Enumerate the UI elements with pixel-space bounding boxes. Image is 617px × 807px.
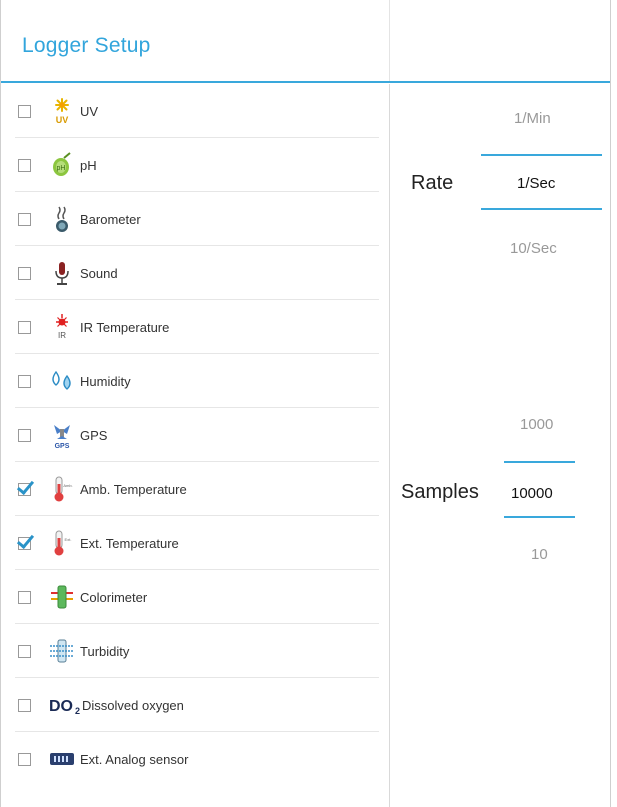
sensor-item-ph[interactable]: pH pH xyxy=(1,138,389,192)
logger-setup-dialog: Logger Setup UV UV pH pH Barometer Sound… xyxy=(0,0,611,807)
sensor-label: Turbidity xyxy=(80,643,130,659)
sensor-label: Sound xyxy=(80,265,118,281)
sensor-label: Barometer xyxy=(80,211,141,227)
sensor-item-humidity[interactable]: Humidity xyxy=(1,354,389,408)
sensor-item-dissolved-oxygen[interactable]: DO 2 Dissolved oxygen xyxy=(1,678,389,732)
rate-option-prev[interactable]: 1/Min xyxy=(514,110,551,127)
gps-satellite-icon: GPS xyxy=(48,419,76,451)
sensor-list: UV UV pH pH Barometer Sound IR IR Temper… xyxy=(1,84,389,807)
svg-text:Ext.: Ext. xyxy=(65,537,72,542)
sensor-label: Colorimeter xyxy=(80,589,148,605)
sensor-checkbox[interactable] xyxy=(18,428,31,442)
sensor-label: GPS xyxy=(80,427,108,443)
sensor-item-colorimeter[interactable]: Colorimeter xyxy=(1,570,389,624)
dissolved-oxygen-icon: DO 2 xyxy=(48,689,80,721)
header-rule xyxy=(1,81,610,83)
ir-temperature-icon: IR xyxy=(48,311,76,343)
sensor-checkbox[interactable] xyxy=(18,158,31,172)
rate-option-next[interactable]: 10/Sec xyxy=(510,240,557,257)
sensor-label: Ext. Analog sensor xyxy=(80,751,189,767)
samples-option-next[interactable]: 10 xyxy=(531,546,548,563)
page-title: Logger Setup xyxy=(22,34,151,57)
turbidity-icon xyxy=(48,635,76,667)
sensor-checkbox[interactable] xyxy=(18,590,31,604)
sensor-checkbox[interactable] xyxy=(18,104,31,118)
rate-picker-line-bottom xyxy=(481,208,602,210)
samples-option-selected[interactable]: 10000 xyxy=(511,485,553,502)
svg-text:Amb.: Amb. xyxy=(63,483,72,488)
sensor-item-sound[interactable]: Sound xyxy=(1,246,389,300)
svg-text:DO: DO xyxy=(49,698,73,715)
svg-text:IR: IR xyxy=(58,331,66,340)
sensor-label: Humidity xyxy=(80,373,131,389)
sensor-item-uv[interactable]: UV UV xyxy=(1,84,389,138)
microphone-icon xyxy=(48,257,76,289)
sensor-label: IR Temperature xyxy=(80,319,170,335)
sensor-checkbox-checked[interactable] xyxy=(18,482,31,496)
sensor-item-amb-temperature[interactable]: Amb. Amb. Temperature xyxy=(1,462,389,516)
sensor-checkbox[interactable] xyxy=(18,752,31,766)
sensor-checkbox[interactable] xyxy=(18,320,31,334)
sensor-item-ext-analog-sensor[interactable]: Ext. Analog sensor xyxy=(1,732,389,786)
panel-divider xyxy=(389,84,390,807)
uv-icon: UV xyxy=(48,95,76,127)
header-divider xyxy=(389,0,390,81)
dialog-header: Logger Setup xyxy=(1,0,610,81)
colorimeter-icon xyxy=(48,581,76,613)
sensor-label: UV xyxy=(80,103,99,119)
rate-label: Rate xyxy=(411,172,454,194)
sensor-label: pH xyxy=(80,157,97,173)
sensor-checkbox[interactable] xyxy=(18,644,31,658)
sensor-checkbox[interactable] xyxy=(18,266,31,280)
water-drops-icon xyxy=(48,365,76,397)
rate-option-selected[interactable]: 1/Sec xyxy=(517,175,555,192)
sensor-item-barometer[interactable]: Barometer xyxy=(1,192,389,246)
samples-picker-line-top xyxy=(504,461,575,463)
sensor-item-ext-temperature[interactable]: Ext. Ext. Temperature xyxy=(1,516,389,570)
sensor-checkbox[interactable] xyxy=(18,374,31,388)
thermometer-ext-icon: Ext. xyxy=(48,527,76,559)
sensor-label: Dissolved oxygen xyxy=(82,697,184,713)
sensor-item-turbidity[interactable]: Turbidity xyxy=(1,624,389,678)
samples-label: Samples xyxy=(401,481,479,503)
svg-text:2: 2 xyxy=(75,706,80,716)
sensor-item-ir-temperature[interactable]: IR IR Temperature xyxy=(1,300,389,354)
ph-icon: pH xyxy=(48,149,76,181)
svg-text:pH: pH xyxy=(57,165,66,172)
rate-picker-line-top xyxy=(481,154,602,156)
barometer-icon xyxy=(48,203,76,235)
svg-text:GPS: GPS xyxy=(55,443,70,449)
samples-option-prev[interactable]: 1000 xyxy=(520,416,553,433)
sensor-checkbox-checked[interactable] xyxy=(18,536,31,550)
sensor-label: Amb. Temperature xyxy=(80,481,187,497)
sensor-item-gps[interactable]: GPS GPS xyxy=(1,408,389,462)
thermometer-amb-icon: Amb. xyxy=(48,473,76,505)
sensor-label: Ext. Temperature xyxy=(80,535,179,551)
analog-sensor-icon xyxy=(48,743,76,775)
sensor-checkbox[interactable] xyxy=(18,212,31,226)
sensor-checkbox[interactable] xyxy=(18,698,31,712)
svg-text:UV: UV xyxy=(56,115,69,125)
samples-picker-line-bottom xyxy=(504,516,575,518)
